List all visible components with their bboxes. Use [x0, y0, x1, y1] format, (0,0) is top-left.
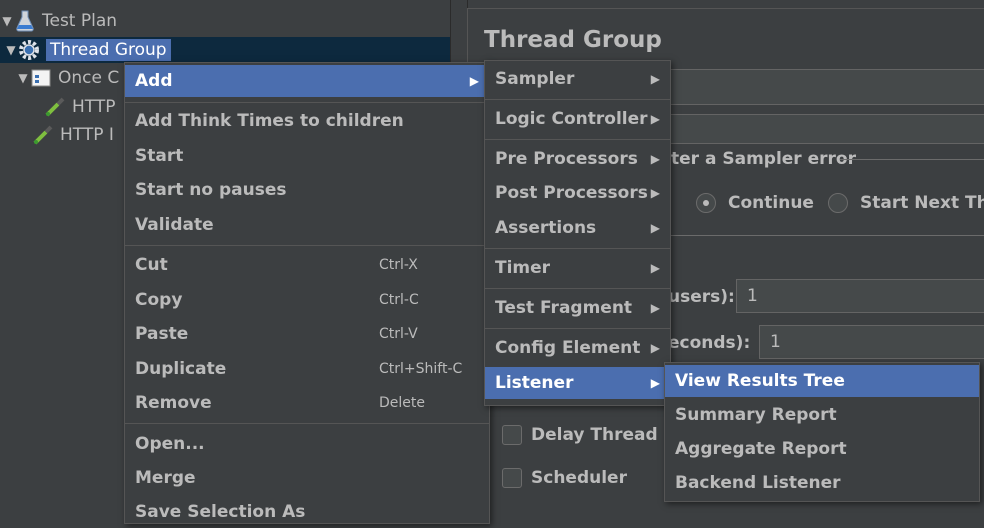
menu-item-add[interactable]: Add ▶: [125, 65, 489, 97]
expand-toggle-icon[interactable]: ▼: [4, 43, 18, 57]
continue-radio[interactable]: [696, 193, 716, 213]
controller-icon: [30, 67, 52, 89]
ramp-up-label: econds):: [668, 333, 751, 353]
expand-toggle-icon[interactable]: ▼: [16, 71, 30, 85]
flask-icon: [14, 10, 36, 32]
menu-item-duplicate[interactable]: Duplicate Ctrl+Shift-C: [125, 353, 489, 385]
tree-node-label: HTTP: [72, 97, 116, 117]
submenu-arrow-icon: ▶: [650, 72, 660, 86]
submenu-arrow-icon: ▶: [650, 261, 660, 275]
menu-item-cut[interactable]: Cut Ctrl-X: [125, 249, 489, 281]
submenu-arrow-icon: ▶: [650, 152, 660, 166]
sampler-error-label: ter a Sampler error: [671, 149, 856, 169]
shortcut-label: Ctrl-V: [379, 326, 418, 342]
menu-item-start[interactable]: Start: [125, 140, 489, 172]
submenu-arrow-icon: ▶: [650, 221, 660, 235]
menu-separator: [485, 99, 670, 100]
tree-node-http-request-1[interactable]: HTTP: [44, 95, 116, 119]
users-input[interactable]: 1: [736, 279, 984, 313]
continue-label: Continue: [728, 193, 814, 213]
panel-title: Thread Group: [484, 27, 662, 53]
shortcut-label: Ctrl+Shift-C: [379, 361, 463, 377]
shortcut-label: Ctrl-C: [379, 292, 419, 308]
tree-node-label: Test Plan: [42, 11, 118, 31]
menu-item-logic-controller[interactable]: Logic Controller ▶: [485, 103, 670, 135]
listener-submenu: View Results Tree Summary Report Aggrega…: [664, 362, 980, 502]
scheduler-checkbox[interactable]: [502, 468, 522, 488]
menu-separator: [125, 423, 489, 424]
group-border: [840, 159, 984, 160]
menu-item-aggregate-report[interactable]: Aggregate Report: [665, 433, 979, 465]
delay-thread-checkbox[interactable]: [502, 425, 522, 445]
menu-item-pre-processors[interactable]: Pre Processors ▶: [485, 143, 670, 175]
submenu-arrow-icon: ▶: [650, 186, 660, 200]
menu-item-copy[interactable]: Copy Ctrl-C: [125, 284, 489, 316]
menu-separator: [485, 248, 670, 249]
menu-item-save-selection-as[interactable]: Save Selection As: [125, 496, 489, 528]
pipette-icon: [44, 96, 66, 118]
tree-node-once-controller[interactable]: ▼ Once C: [16, 66, 119, 90]
shortcut-label: Delete: [379, 395, 425, 411]
submenu-arrow-icon: ▶: [650, 376, 660, 390]
menu-item-summary-report[interactable]: Summary Report: [665, 399, 979, 431]
name-input[interactable]: [658, 69, 984, 105]
menu-item-assertions[interactable]: Assertions ▶: [485, 212, 670, 244]
add-submenu: Sampler ▶ Logic Controller ▶ Pre Processor…: [484, 60, 671, 406]
tree-node-label: Thread Group: [46, 39, 171, 61]
tree-node-label: HTTP I: [60, 125, 114, 145]
menu-item-add-think-times[interactable]: Add Think Times to children: [125, 105, 489, 137]
submenu-arrow-icon: ▶: [650, 301, 660, 315]
group-border: [658, 235, 984, 236]
start-next-label: Start Next Thre: [860, 193, 984, 213]
expand-toggle-icon[interactable]: ▼: [0, 14, 14, 28]
menu-item-paste[interactable]: Paste Ctrl-V: [125, 318, 489, 350]
tree-node-test-plan[interactable]: ▼ Test Plan: [0, 9, 117, 33]
menu-item-validate[interactable]: Validate: [125, 209, 489, 241]
menu-separator: [485, 288, 670, 289]
menu-item-open[interactable]: Open...: [125, 428, 489, 460]
menu-item-merge[interactable]: Merge: [125, 462, 489, 494]
context-menu: Add ▶ Add Think Times to children Start S…: [124, 62, 490, 524]
menu-item-timer[interactable]: Timer ▶: [485, 252, 670, 284]
menu-item-remove[interactable]: Remove Delete: [125, 387, 489, 419]
menu-item-backend-listener[interactable]: Backend Listener: [665, 467, 979, 499]
ramp-up-input[interactable]: 1: [759, 325, 984, 359]
comments-input[interactable]: [658, 114, 984, 144]
menu-item-config-element[interactable]: Config Element ▶: [485, 332, 670, 364]
menu-separator: [125, 102, 489, 103]
menu-item-listener[interactable]: Listener ▶: [485, 367, 670, 399]
menu-separator: [125, 245, 489, 246]
menu-item-post-processors[interactable]: Post Processors ▶: [485, 177, 670, 209]
scheduler-label: Scheduler: [531, 468, 627, 488]
menu-item-view-results-tree[interactable]: View Results Tree: [665, 365, 979, 397]
shortcut-label: Ctrl-X: [379, 257, 418, 273]
pipette-icon: [32, 124, 54, 146]
users-label: users):: [668, 287, 735, 307]
menu-item-test-fragment[interactable]: Test Fragment ▶: [485, 292, 670, 324]
gear-icon: [18, 39, 40, 61]
start-next-radio[interactable]: [828, 193, 848, 213]
submenu-arrow-icon: ▶: [650, 112, 660, 126]
menu-separator: [485, 328, 670, 329]
tree-node-label: Once C: [58, 68, 120, 88]
submenu-arrow-icon: ▶: [650, 341, 660, 355]
tree-node-thread-group[interactable]: ▼ Thread Group: [4, 38, 171, 62]
menu-item-start-no-pauses[interactable]: Start no pauses: [125, 174, 489, 206]
submenu-arrow-icon: ▶: [469, 74, 479, 88]
menu-separator: [485, 139, 670, 140]
delay-thread-label: Delay Thread cr: [531, 425, 683, 445]
menu-item-sampler[interactable]: Sampler ▶: [485, 63, 670, 95]
tree-node-http-request-2[interactable]: HTTP I: [32, 123, 114, 147]
